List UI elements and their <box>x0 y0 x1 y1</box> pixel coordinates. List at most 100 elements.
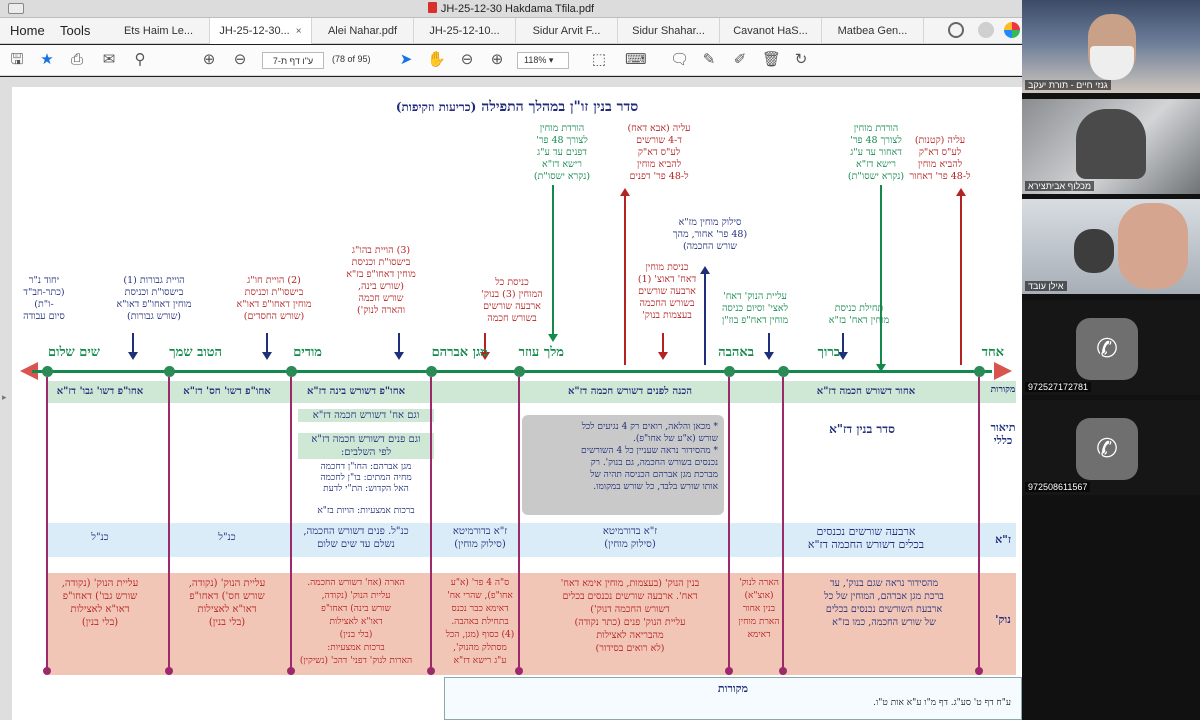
note-tchilat-knisa: תחילת כניסת מוחין דאח' בז"א <box>828 303 890 326</box>
comment-icon[interactable]: 🗨 <box>670 52 689 68</box>
column-end-dot <box>427 667 435 675</box>
timeline-dot <box>426 366 437 377</box>
tab-ets-haim[interactable]: Ets Haim Le... <box>108 18 210 44</box>
timeline-dot <box>514 366 525 377</box>
title-text: סדר בנין זו"ן במהלך התפילה <box>481 99 639 115</box>
draw-icon[interactable]: ✐ <box>731 52 749 68</box>
keyboard-icon[interactable]: ⌨ <box>625 52 647 68</box>
fit-page-icon[interactable]: ⬚ <box>590 52 608 68</box>
note-yichud-nr: יחוד נ"ר (כתר-חב"ד -ו"ת) סיום עבודה <box>23 275 65 322</box>
timeline-end-arrow <box>994 362 1012 380</box>
nukva-cell: בנין הנוק' (בעצמות, מוחין אימא דאח' דאח'… <box>560 578 700 654</box>
next-page-icon[interactable]: ⊖ <box>231 52 249 68</box>
participant-tile[interactable]: גנזי חיים - תורת יעקב <box>1022 0 1200 93</box>
participant-hand <box>1118 203 1188 289</box>
nukva-cell: הארה (אח' דשורש החכמה. עליית הנוק' (נקוד… <box>299 578 413 666</box>
column-divider <box>728 377 730 673</box>
arrow-down-small <box>262 333 272 360</box>
column-divider <box>168 377 170 673</box>
za-cell: כנ"ל <box>218 532 236 543</box>
timeline-dot <box>42 366 53 377</box>
bookmark-star-icon[interactable]: ★ <box>38 52 56 68</box>
rotate-icon[interactable]: ↻ <box>792 52 810 68</box>
timeline <box>32 370 992 373</box>
collapse-panel-icon[interactable]: ▸ <box>2 392 7 403</box>
za-cell: ארבעה שורשים נכנסים בכלים דשורש החכמה דז… <box>807 525 925 551</box>
description-side: וגם אח' דשורש חכמה דז"א <box>298 409 434 422</box>
participant-tile[interactable]: ✆ 972508611567 <box>1022 400 1200 495</box>
tab-bar: Home Tools Ets Haim Le... JH-25-12-30...… <box>0 18 1022 44</box>
save-icon[interactable]: 🖫 <box>8 52 26 68</box>
timeline-dot <box>778 366 789 377</box>
tab-cavanot[interactable]: Cavanot HaS... <box>720 18 822 44</box>
phone-avatar: ✆ <box>1076 318 1138 380</box>
tab-label: JH-25-12-10... <box>429 25 500 37</box>
notifications-icon[interactable] <box>978 22 994 38</box>
search-icon[interactable]: ⚲ <box>131 52 149 68</box>
account-avatar-icon[interactable] <box>1004 22 1020 38</box>
pdf-page: סדר בנין זו"ן במהלך התפילה (כריעות וזקיפ… <box>12 87 1022 720</box>
delete-icon[interactable]: 🗑 <box>762 52 781 68</box>
close-tab-icon[interactable]: × <box>296 26 302 37</box>
note-siluk-mochin: סילוק מוחין מז"א (48 פר' אחור, מהך שורש … <box>672 217 748 252</box>
sources-text: ע"ח דף ט' סע"ג. דף מ"ו ע"א אות ט"ו. <box>873 698 1011 708</box>
hand-tool-icon[interactable]: ✋ <box>427 52 446 68</box>
highlight-pen-icon[interactable]: ✎ <box>700 52 718 68</box>
arrow-down-green <box>876 185 886 372</box>
column-end-dot <box>165 667 173 675</box>
tools-link[interactable]: Tools <box>60 23 90 38</box>
tab-matbea[interactable]: Matbea Gen... <box>822 18 924 44</box>
timeline-dot <box>164 366 175 377</box>
stage-magen-avraham: מגן אברהם <box>431 345 488 360</box>
page-count: (78 of 95) <box>332 54 371 64</box>
select-cursor-icon[interactable]: ➤ <box>397 52 415 68</box>
column-end-dot <box>975 667 983 675</box>
tab-jh-25-12-10[interactable]: JH-25-12-10... <box>414 18 516 44</box>
participant-tile[interactable]: ✆ 972527172781 <box>1022 300 1200 395</box>
tab-active-document[interactable]: JH-25-12-30... × <box>210 18 312 44</box>
stage-echad: אחד <box>981 345 1004 360</box>
row-head-nukva: נוק' <box>995 613 1011 626</box>
tab-alei-nahar[interactable]: Alei Nahar.pdf <box>312 18 414 44</box>
pdf-icon <box>427 2 437 13</box>
zoom-out-icon[interactable]: ⊖ <box>458 52 476 68</box>
toolbar: 🖫 ★ ⎙ ✉ ⚲ ⊕ ⊖ (78 of 95) ➤ ✋ ⊖ ⊕ 118% ▾ … <box>0 45 1022 76</box>
description-side: וגם פנים דשורש חכמה דז"א לפי השלבים: <box>298 433 434 459</box>
tab-label: Ets Haim Le... <box>123 25 194 37</box>
column-divider <box>290 377 292 673</box>
participant-name: גנזי חיים - תורת יעקב <box>1025 80 1111 90</box>
email-icon[interactable]: ✉ <box>100 52 118 68</box>
participant-tile[interactable]: מכלוף אביתצירא <box>1022 99 1200 194</box>
title-subtitle: (כריעות וזקיפות) <box>395 100 477 114</box>
home-link[interactable]: Home <box>10 23 45 38</box>
arrow-down-green-2 <box>548 185 558 342</box>
column-end-dot <box>43 667 51 675</box>
help-icon[interactable] <box>948 22 964 38</box>
row-head-za: ז"א <box>995 533 1011 546</box>
window-title: JH-25-12-30 Hakdama Tfila.pdf <box>0 2 1022 15</box>
nukva-cell: הארה לנוק' (אוצ"א) בנין אחור הארת מוחין … <box>738 578 780 640</box>
participant-tile[interactable]: אילן עובד <box>1022 199 1200 294</box>
column-end-dot <box>725 667 733 675</box>
za-cell: כנ"ל <box>91 532 109 543</box>
tab-label: Alei Nahar.pdf <box>327 25 398 37</box>
print-icon[interactable]: ⎙ <box>68 52 86 68</box>
zoom-in-icon[interactable]: ⊕ <box>488 52 506 68</box>
previous-page-icon[interactable]: ⊕ <box>200 52 218 68</box>
column-divider <box>518 377 520 673</box>
page-number-input[interactable] <box>262 52 324 69</box>
phone-icon: ✆ <box>1096 433 1118 463</box>
app-window: JH-25-12-30 Hakdama Tfila.pdf Home Tools… <box>0 0 1200 720</box>
timeline-dot <box>724 366 735 377</box>
arrow-down-small <box>658 333 668 360</box>
column-end-dot <box>287 667 295 675</box>
tab-sidur-shahar[interactable]: Sidur Shahar... <box>618 18 720 44</box>
tab-sidur-arvit[interactable]: Sidur Arvit F... <box>516 18 618 44</box>
column-end-dot <box>515 667 523 675</box>
stage-hatov-shimcha: הטוב שמך <box>169 345 222 360</box>
zoom-level-select[interactable]: 118% ▾ <box>517 52 569 69</box>
stage-sim-shalom: שים שלום <box>48 345 100 360</box>
note-havayat-hog: (2) הויית חו"ג בישסו"ת וכניסת מוחין דאחו… <box>236 275 312 322</box>
column-end-dot <box>779 667 787 675</box>
arrow-up-red <box>956 188 966 365</box>
